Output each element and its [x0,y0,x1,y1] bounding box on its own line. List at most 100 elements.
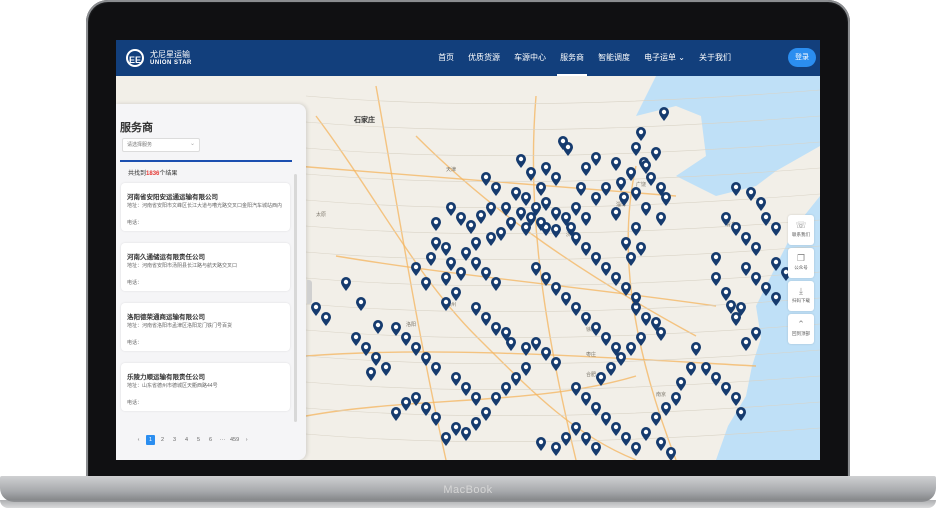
map-pin-dot [453,424,459,430]
map-pin-dot [493,394,499,400]
map-pin-dot [623,284,629,290]
map-pin-dot [528,169,534,175]
nav-item-5[interactable]: 电子运单 ⌄ [637,40,692,76]
map-pin-dot [723,384,729,390]
map-pin-dot [763,214,769,220]
result-summary: 共找到1836个结果 [128,168,177,177]
map-pin-dot [733,224,739,230]
headset-icon: ☏ [795,220,807,230]
map-pin-dot [643,429,649,435]
page-button[interactable]: 5 [194,435,203,445]
map-pin-dot [633,294,639,300]
map-pin-dot [313,304,319,310]
page-button[interactable]: 1 [146,435,155,445]
map-pin-dot [483,409,489,415]
map-pin-dot [413,264,419,270]
provider-card[interactable]: 洛阳德荣通商运输有限公司 地址：河南省洛阳市孟津区洛阳龙门铁门号百货 电话： [121,303,290,351]
map-pin-dot [573,384,579,390]
map-pin-dot [403,334,409,340]
map-pin-dot [603,414,609,420]
map-pin-dot [613,274,619,280]
logo-text-en: UNION STAR [150,60,192,66]
nav-item-6[interactable]: 关于我们 [692,40,738,76]
page-button[interactable]: 6 [206,435,215,445]
map-pin-dot [658,214,664,220]
tool-button-3[interactable]: ⌃ 回到顶部 [788,314,814,344]
result-prefix: 共找到 [128,171,147,177]
logo-mark[interactable]: EE [126,49,144,67]
provider-phone: 电话： [127,340,143,346]
map-pin-dot [513,189,519,195]
map-pin-dot [538,439,544,445]
map-pin-dot [573,204,579,210]
page-button[interactable]: ··· [218,435,227,445]
provider-phone: 电话： [127,280,143,286]
page-button[interactable]: 459 [230,435,239,445]
map-pin-dot [728,302,734,308]
map-pin-dot [568,224,574,230]
map-pin-dot [638,244,644,250]
tool-button-2[interactable]: ⤓ 扫码下载 [788,281,814,311]
nav-item-4[interactable]: 智能调度 [591,40,637,76]
top-nav: EE 尤尼星运输 UNION STAR 首页 优质货源 车源中心 服务商 智能调度 电子运… [116,40,820,76]
map-pin-dot [661,109,667,115]
map-pin-dot [358,299,364,305]
map-pin-dot [543,349,549,355]
map-place-label: 天津 [446,166,456,173]
nav-item-2[interactable]: 车源中心 [507,40,553,76]
map-pin-dot [703,364,709,370]
map-pin-dot [423,404,429,410]
map-pin-dot [593,254,599,260]
map-pin-dot [538,184,544,190]
tool-button-0[interactable]: ☏ 联系我们 [788,215,814,245]
map-pin-dot [383,364,389,370]
provider-card[interactable]: 河南久通储运有限责任公司 地址：河南省安阳市汤阴县长江路与航天路交叉口 电话： [121,243,290,291]
map-pin-dot [773,259,779,265]
panel-collapse-handle[interactable] [307,280,312,304]
map-pin-dot [593,404,599,410]
map-place-label: 合肥 [586,371,596,378]
map-pin-dot [658,184,664,190]
page-button[interactable]: 2 [158,435,167,445]
provider-search-input[interactable] [122,138,200,152]
map-pin-dot [743,264,749,270]
map-pin-dot [638,334,644,340]
map-pin-dot [375,322,381,328]
map-pin-dot [643,314,649,320]
map-pin-dot [443,244,449,250]
map-pin-dot [523,194,529,200]
map-pin-dot [603,264,609,270]
map-pin-dot [543,164,549,170]
map-pin-dot [693,344,699,350]
map-pin-dot [573,234,579,240]
map-pin-dot [623,434,629,440]
nav-item-0[interactable]: 首页 [431,40,461,76]
provider-card[interactable]: 河南省安阳安运通运输有限公司 地址：河南省安阳市文峰区长江大道与嘈光路交叉口金阳汽… [121,183,290,231]
map-pin-dot [758,199,764,205]
page-button[interactable]: 4 [182,435,191,445]
map-pin-dot [578,184,584,190]
page-button[interactable]: › [242,435,251,445]
tool-button-1[interactable]: ❐ 公众号 [788,248,814,278]
main-menu: 首页 优质货源 车源中心 服务商 智能调度 电子运单 ⌄ 关于我们 [431,40,738,76]
map-pin-dot [733,184,739,190]
map-pin-dot [613,209,619,215]
map-pin-dot [448,204,454,210]
map-pin-dot [738,304,744,310]
provider-card[interactable]: 乐陵力顺运输有限责任公司 地址：山东省德州市德城区天衢西路44号 电话： [121,363,290,411]
chevron-down-icon[interactable]: ⌄ [190,140,195,147]
tool-label: 回到顶部 [792,331,810,336]
map-pin-dot [713,374,719,380]
nav-item-3[interactable]: 服务商 [553,40,591,76]
provider-name: 河南久通储运有限责任公司 [127,254,205,261]
map-pin-dot [743,339,749,345]
map-pin-dot [423,279,429,285]
map-pin-dot [493,184,499,190]
nav-item-1[interactable]: 优质货源 [461,40,507,76]
login-button[interactable]: 登录 [788,48,816,67]
page-button[interactable]: 3 [170,435,179,445]
map-place-label: 洛阳 [406,321,416,328]
map-pin-dot [621,194,627,200]
page-button[interactable]: ‹ [134,435,143,445]
list-scrollbar[interactable] [294,174,297,422]
